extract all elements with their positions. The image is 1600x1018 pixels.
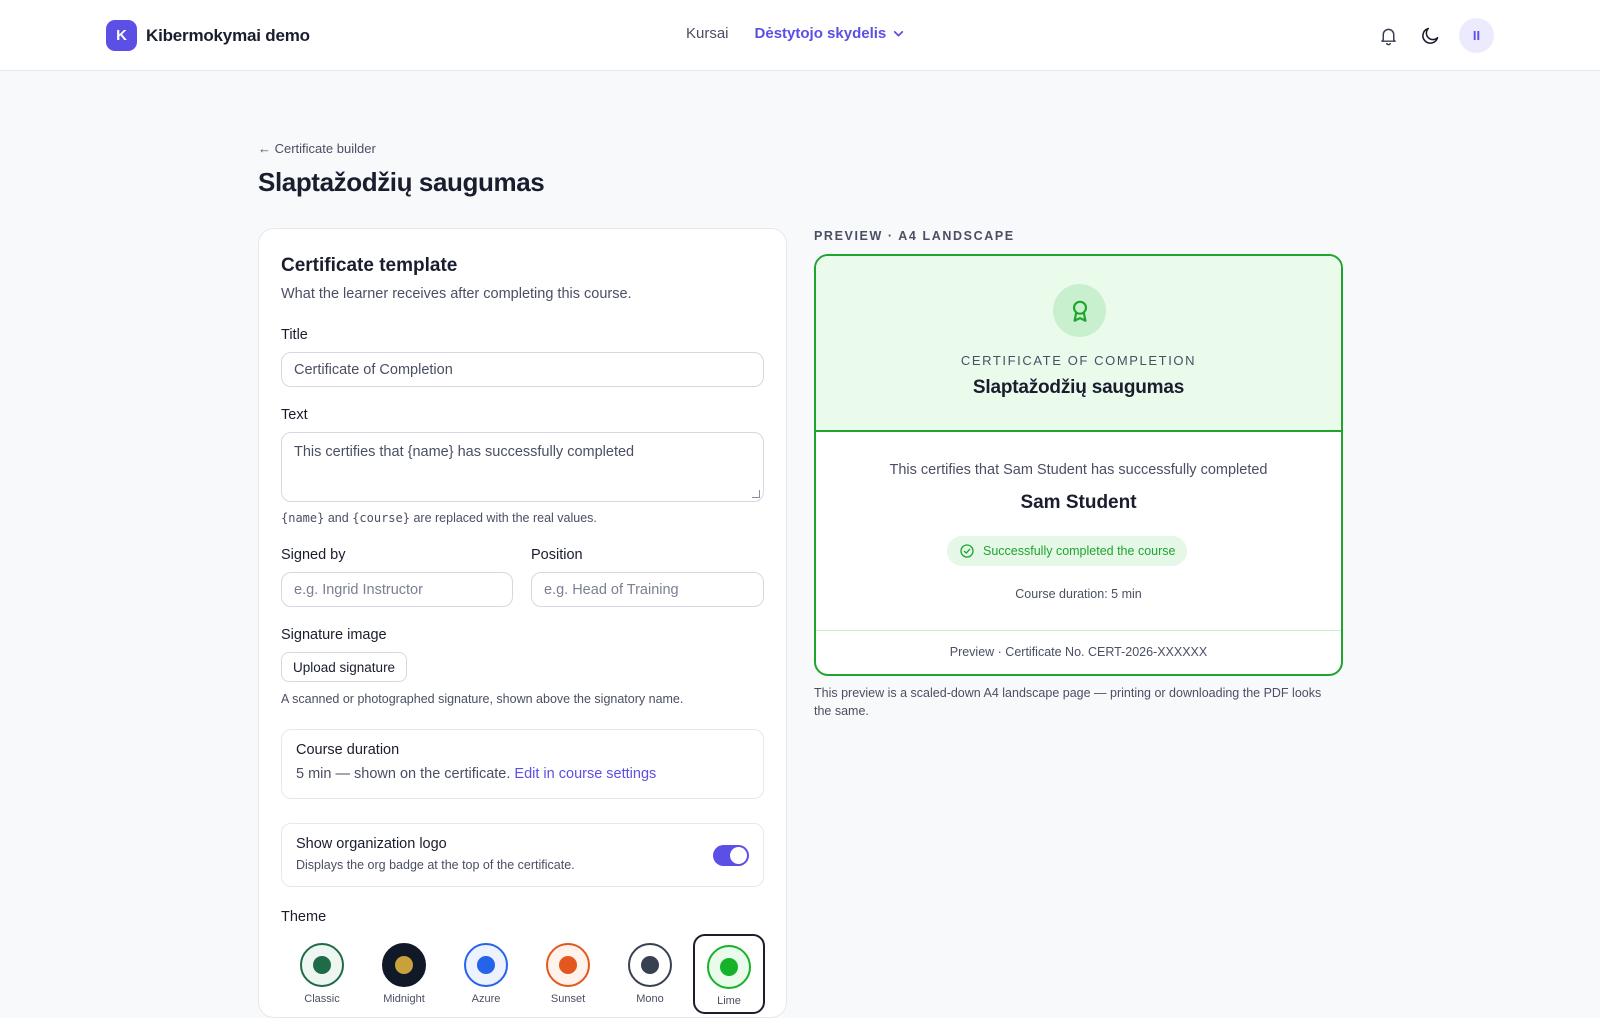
- brand-name: Kibermokymai demo: [146, 25, 310, 45]
- theme-color-dot: [559, 956, 577, 974]
- signed-by-input[interactable]: e.g. Ingrid Instructor: [281, 572, 513, 607]
- award-icon: [1072, 300, 1087, 322]
- theme-option-mono[interactable]: Mono: [609, 934, 691, 1014]
- theme-option-lime[interactable]: Lime: [693, 934, 765, 1014]
- edit-course-settings-link[interactable]: Edit in course settings: [514, 766, 656, 782]
- show-logo-toggle[interactable]: [713, 845, 749, 866]
- theme-swatch: [546, 943, 590, 987]
- title-input[interactable]: Certificate of Completion: [281, 352, 764, 387]
- logo-title: Show organization logo: [296, 836, 447, 852]
- nav-instructor-panel[interactable]: Dėstytojo skydelis: [755, 25, 906, 42]
- theme-swatch: [464, 943, 508, 987]
- duration-line: 5 min — shown on the certificate. Edit i…: [296, 766, 656, 782]
- theme-color-dot: [477, 956, 495, 974]
- course-duration-box: Course duration 5 min — shown on the cer…: [281, 729, 764, 799]
- theme-name: Azure: [471, 993, 501, 1005]
- hint-name-token: {name}: [281, 511, 325, 525]
- theme-color-dot: [395, 956, 413, 974]
- award-badge: [1053, 284, 1106, 337]
- theme-name: Classic: [304, 993, 340, 1005]
- form-subheading: What the learner receives after completi…: [281, 286, 632, 302]
- logo-desc: Displays the org badge at the top of the…: [296, 858, 575, 872]
- certificate-duration: Course duration: 5 min: [1015, 587, 1142, 601]
- theme-color-dot: [313, 956, 331, 974]
- theme-name: Midnight: [383, 993, 425, 1005]
- certificate-preview: CERTIFICATE OF COMPLETION Slaptažodžių s…: [814, 254, 1343, 676]
- hint-rest: are replaced with the real values.: [413, 511, 597, 525]
- theme-options: Classic Midnight Azure Sunset Mono Lime: [281, 934, 765, 1014]
- template-card: Certificate template What the learner re…: [258, 228, 787, 1018]
- main-nav: Kursai Dėstytojo skydelis: [686, 25, 905, 42]
- text-textarea-value: This certifies that {name} has successfu…: [294, 444, 635, 460]
- theme-name: Lime: [717, 995, 741, 1007]
- preview-label: PREVIEW · A4 LANDSCAPE: [814, 229, 1015, 243]
- top-actions: II: [1375, 18, 1494, 53]
- theme-color-dot: [641, 956, 659, 974]
- hint-and: and: [327, 511, 349, 525]
- top-bar: K Kibermokymai demo Kursai Dėstytojo sky…: [0, 0, 1600, 71]
- nav-courses[interactable]: Kursai: [686, 25, 729, 42]
- nav-instructor-panel-label: Dėstytojo skydelis: [754, 25, 887, 42]
- duration-text: 5 min — shown on the certificate.: [296, 766, 511, 782]
- theme-name: Mono: [636, 993, 664, 1005]
- theme-option-sunset[interactable]: Sunset: [527, 934, 609, 1014]
- title-label: Title: [281, 327, 308, 343]
- back-link[interactable]: ← Certificate builder: [258, 141, 376, 156]
- theme-swatch: [382, 943, 426, 987]
- certificate-header: CERTIFICATE OF COMPLETION Slaptažodžių s…: [816, 256, 1341, 432]
- text-textarea[interactable]: This certifies that {name} has successfu…: [281, 432, 764, 502]
- certificate-kicker: CERTIFICATE OF COMPLETION: [960, 353, 1197, 368]
- theme-swatch: [628, 943, 672, 987]
- signature-label: Signature image: [281, 627, 387, 643]
- theme-toggle-button[interactable]: [1417, 19, 1443, 53]
- chevron-down-icon: [894, 31, 904, 37]
- text-hint: {name} and {course} are replaced with th…: [281, 511, 597, 525]
- brand[interactable]: K Kibermokymai demo: [106, 20, 310, 51]
- avatar[interactable]: II: [1459, 18, 1494, 53]
- page-title: Slaptažodžių saugumas: [258, 167, 545, 197]
- certificate-text: This certifies that Sam Student has succ…: [889, 462, 1268, 478]
- completion-badge: Successfully completed the course: [947, 536, 1188, 566]
- theme-label: Theme: [281, 909, 327, 925]
- text-label: Text: [281, 407, 308, 423]
- position-label: Position: [531, 547, 583, 563]
- theme-name: Sunset: [550, 993, 586, 1005]
- theme-swatch: [300, 943, 344, 987]
- theme-option-azure[interactable]: Azure: [445, 934, 527, 1014]
- org-logo-box: Show organization logo Displays the org …: [281, 823, 764, 887]
- signature-hint: A scanned or photographed signature, sho…: [281, 692, 684, 706]
- resize-handle-icon[interactable]: [752, 490, 760, 498]
- brand-logo: K: [106, 20, 137, 51]
- moon-icon: [1421, 27, 1438, 44]
- theme-option-classic[interactable]: Classic: [281, 934, 363, 1014]
- position-input[interactable]: e.g. Head of Training: [531, 572, 764, 607]
- preview-note: This preview is a scaled-down A4 landsca…: [814, 686, 1322, 718]
- duration-title: Course duration: [296, 742, 400, 758]
- certificate-recipient: Sam Student: [1020, 492, 1137, 513]
- hint-course-token: {course}: [352, 511, 410, 525]
- upload-signature-button[interactable]: Upload signature: [281, 652, 408, 682]
- notifications-button[interactable]: [1375, 19, 1401, 53]
- form-heading: Certificate template: [281, 255, 458, 276]
- theme-option-midnight[interactable]: Midnight: [363, 934, 445, 1014]
- theme-color-dot: [720, 958, 738, 976]
- bell-icon: [1380, 28, 1396, 46]
- check-circle-icon: [960, 544, 974, 558]
- certificate-footer: Preview · Certificate No. CERT-2026-XXXX…: [816, 630, 1341, 674]
- completion-text: Successfully completed the course: [983, 544, 1176, 558]
- signed-by-label: Signed by: [281, 547, 346, 563]
- certificate-course: Slaptažodžių saugumas: [972, 377, 1185, 398]
- theme-swatch: [707, 945, 751, 989]
